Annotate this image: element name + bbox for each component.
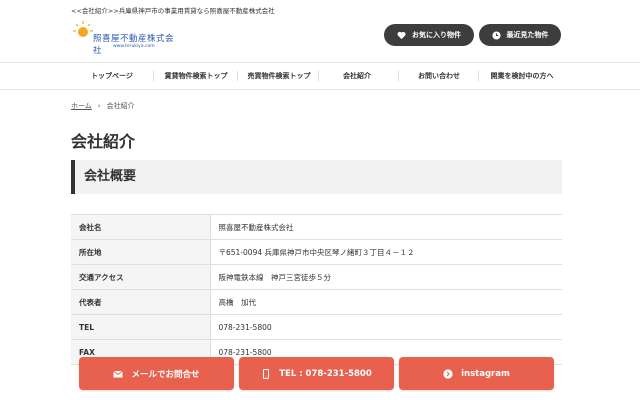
- row-label: TEL: [71, 314, 210, 340]
- company-info-table: 会社名 照喜屋不動産株式会社 所在地 〒651-0094 兵庫県神戸市中央区琴ノ…: [71, 214, 562, 365]
- row-value: 〒651-0094 兵庫県神戸市中央区琴ノ緒町３丁目４－１２: [209, 239, 562, 265]
- nav-item-startup[interactable]: 開業を検討中の方へ: [482, 63, 562, 89]
- recent-label: 最近見た物件: [506, 31, 549, 39]
- global-nav: トップページ 賃貸物件検索トップ 売買物件検索トップ 会社紹介 お問い合わせ 開…: [0, 62, 640, 90]
- row-label: 会社名: [71, 214, 210, 240]
- table-row: 会社名 照喜屋不動産株式会社: [71, 214, 562, 240]
- site-logo[interactable]: 照喜屋不動産株式会社 www.terukiya.com: [71, 20, 181, 56]
- row-label: 代表者: [71, 289, 210, 315]
- row-label: 交通アクセス: [71, 264, 210, 290]
- table-row: 交通アクセス 阪神電鉄本線 神戸三宮徒歩５分: [71, 264, 562, 290]
- nav-divider: [398, 71, 399, 81]
- nav-item-company[interactable]: 会社紹介: [320, 63, 394, 89]
- mail-contact-label: メールでお問合せ: [131, 369, 200, 380]
- table-row: TEL 078-231-5800: [71, 314, 562, 340]
- row-value: 078-231-5800: [209, 314, 562, 340]
- row-value: 阪神電鉄本線 神戸三宮徒歩５分: [209, 264, 562, 290]
- breadcrumb: ホーム › 会社紹介: [71, 101, 135, 111]
- row-value: 高橋 加代: [209, 289, 562, 315]
- recent-viewed-button[interactable]: 最近見た物件: [479, 24, 561, 46]
- breadcrumb-home-link[interactable]: ホーム: [71, 101, 92, 111]
- table-row: 代表者 高橋 加代: [71, 289, 562, 315]
- logo-url: www.terukiya.com: [113, 44, 155, 49]
- instagram-button[interactable]: instagram: [399, 357, 554, 390]
- nav-divider: [237, 71, 238, 81]
- nav-item-top[interactable]: トップページ: [80, 63, 144, 89]
- mail-contact-button[interactable]: メールでお問合せ: [79, 357, 234, 390]
- chevron-right-icon: ›: [97, 102, 101, 110]
- favorites-label: お気に入り物件: [412, 31, 461, 39]
- nav-divider: [478, 71, 479, 81]
- section-title: 会社概要: [71, 160, 562, 194]
- row-label: 所在地: [71, 239, 210, 265]
- table-row: 所在地 〒651-0094 兵庫県神戸市中央区琴ノ緒町３丁目４－１２: [71, 239, 562, 265]
- page-title: 会社紹介: [71, 132, 136, 151]
- sun-logo-icon: [73, 21, 93, 37]
- mail-icon: [113, 370, 124, 377]
- site-tagline: <<会社紹介>>兵庫県神戸市の事業用賃貸なら照喜屋不動産株式会社: [71, 7, 275, 15]
- nav-divider: [318, 71, 319, 81]
- phone-icon: [263, 368, 270, 379]
- favorites-button[interactable]: お気に入り物件: [384, 24, 474, 46]
- heart-icon: [397, 31, 406, 39]
- tel-button[interactable]: TEL : 078-231-5800: [239, 357, 394, 390]
- clock-icon: [491, 30, 501, 40]
- nav-item-sale-search[interactable]: 売買物件検索トップ: [240, 63, 318, 89]
- nav-divider: [153, 71, 154, 81]
- chevron-circle-icon: [443, 368, 453, 379]
- nav-item-rent-search[interactable]: 賃貸物件検索トップ: [157, 63, 235, 89]
- nav-item-contact[interactable]: お問い合わせ: [400, 63, 478, 89]
- row-value: 照喜屋不動産株式会社: [209, 214, 562, 240]
- breadcrumb-current: 会社紹介: [106, 102, 135, 110]
- instagram-label: instagram: [461, 368, 510, 379]
- tel-label: TEL : 078-231-5800: [279, 368, 372, 379]
